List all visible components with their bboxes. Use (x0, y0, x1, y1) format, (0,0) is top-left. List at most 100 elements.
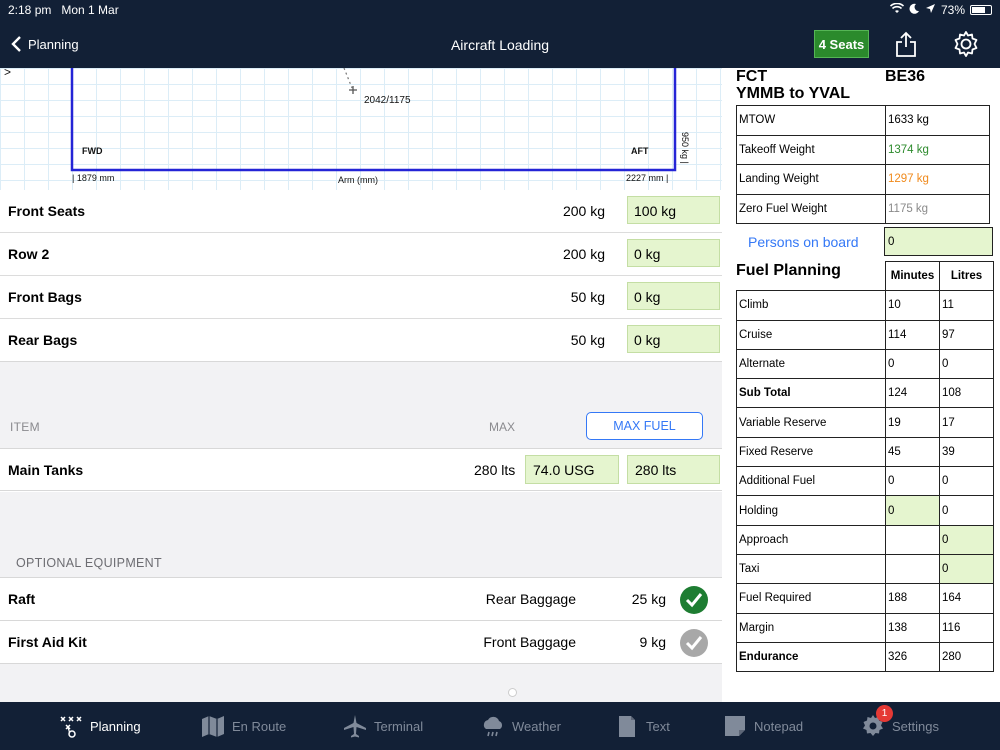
fuel-row-label: Additional Fuel (736, 466, 886, 497)
tab-label: En Route (232, 718, 287, 734)
fuel-planning-row: Fixed Reserve 45 39 (736, 436, 994, 468)
max-fuel-button[interactable]: MAX FUEL (586, 412, 703, 440)
envelope-graphic (70, 68, 677, 172)
weight-limit-label: 950 kg | (680, 132, 690, 164)
fuel-usg-input[interactable]: 74.0 USG (525, 455, 619, 484)
weight-label: Landing Weight (736, 164, 886, 195)
tab-weather[interactable]: Weather (480, 702, 561, 750)
fuel-planning-row: Holding 0 0 (736, 495, 994, 526)
fuel-planning-row: Margin 138 116 (736, 612, 994, 643)
load-row: Front Bags 50 kg 0 kg (0, 276, 722, 319)
plane-icon (344, 715, 366, 738)
bottom-tab-bar: Planning En Route Terminal Weather Text … (0, 702, 1000, 750)
page-indicator-dot (509, 689, 516, 696)
fuel-minutes-value: 188 (885, 583, 940, 614)
fuel-planning-row: Taxi 0 (736, 553, 994, 585)
tank-label: Main Tanks (8, 462, 84, 478)
seats-button[interactable]: 4 Seats (814, 30, 869, 58)
equipment-checkbox-checked[interactable] (680, 586, 708, 614)
tab-settings[interactable]: 1 Settings (860, 702, 939, 750)
persons-on-board-input[interactable]: 0 (884, 227, 993, 256)
load-label: Front Bags (8, 289, 82, 305)
settings-button[interactable] (951, 29, 981, 59)
wifi-icon (889, 2, 905, 17)
checkmark-icon (685, 636, 703, 651)
fuel-litres-value: 280 (939, 641, 994, 673)
flight-header: FCT YMMB to YVAL (736, 68, 850, 102)
fuel-minutes-value: 10 (885, 290, 940, 321)
max-column-header: MAX (489, 420, 516, 434)
fuel-litres-value: 0 (939, 466, 994, 497)
fuel-planning-row: Alternate 0 0 (736, 348, 994, 380)
fuel-litres-value: 0 (939, 348, 994, 380)
checkmark-icon (685, 593, 703, 608)
equipment-weight: 9 kg (639, 634, 666, 650)
notepad-icon (725, 716, 745, 736)
fct-label: FCT (736, 68, 768, 85)
tab-label: Terminal (374, 718, 424, 734)
fuel-row-label: Fixed Reserve (736, 436, 886, 468)
load-max: 50 kg (570, 332, 605, 348)
equipment-weight: 25 kg (631, 591, 666, 607)
cg-envelope-outline (70, 68, 677, 172)
fuel-litres-value: 11 (939, 290, 994, 321)
fuel-minutes-value: 19 (885, 407, 940, 438)
cg-envelope-chart: > 2042/1175 FWD AFT | 1879 mm 2227 mm | … (0, 68, 722, 190)
cg-point-label: 2042/1175 (364, 95, 411, 106)
load-row: Rear Bags 50 kg 0 kg (0, 319, 722, 362)
weights-table: MTOW 1633 kg Takeoff Weight 1374 kg Landin… (736, 105, 990, 224)
tab-terminal[interactable]: Terminal (342, 702, 423, 750)
back-button[interactable]: Planning (10, 35, 79, 53)
tab-notepad[interactable]: Notepad (722, 702, 803, 750)
aircraft-type: BE36 (885, 68, 926, 85)
top-bar: 2:18 pm Mon 1 Mar 73% Planning Aircraft … (0, 0, 1000, 68)
equipment-checkbox-unchecked[interactable] (680, 629, 708, 657)
status-date: Mon 1 Mar (61, 3, 119, 17)
fuel-litres-input[interactable]: 0 (939, 553, 994, 585)
load-max: 200 kg (562, 203, 605, 219)
fuel-minutes-input[interactable]: 0 (885, 495, 940, 526)
fuel-minutes-value (885, 553, 940, 585)
fuel-litres-input[interactable]: 0 (939, 524, 994, 555)
cg-trend-line (343, 68, 353, 89)
fuel-minutes-value: 0 (885, 466, 940, 497)
tab-en-route[interactable]: En Route (200, 702, 286, 750)
weights-row: MTOW 1633 kg (736, 105, 990, 136)
fuel-litres-value: 97 (939, 319, 994, 350)
status-time-date: 2:18 pm Mon 1 Mar (8, 3, 119, 17)
status-time: 2:18 pm (8, 3, 52, 17)
tab-label: Planning (90, 718, 141, 734)
fuel-row-label: Fuel Required (736, 583, 886, 614)
notification-badge: 1 (876, 705, 893, 722)
battery-percent: 73% (940, 3, 965, 17)
optional-equipment-list: Raft Rear Baggage 25 kg First Aid Kit Fr… (0, 577, 722, 664)
share-button[interactable] (893, 30, 919, 58)
load-input[interactable]: 100 kg (627, 196, 720, 224)
load-input[interactable]: 0 kg (627, 239, 720, 267)
fuel-row-label: Holding (736, 495, 886, 526)
tab-planning[interactable]: Planning (58, 702, 141, 750)
fuel-planning-row: Approach 0 (736, 524, 994, 555)
weight-value: 1297 kg (885, 164, 990, 195)
weight-value: 1175 kg (885, 193, 990, 224)
fuel-litres-input[interactable]: 280 lts (627, 455, 720, 484)
fuel-litres-value: 108 (939, 378, 994, 409)
load-input[interactable]: 0 kg (627, 325, 720, 353)
fuel-planning-row: Variable Reserve 19 17 (736, 407, 994, 438)
fuel-planning-row: Cruise 114 97 (736, 319, 994, 350)
weight-value: 1633 kg (885, 105, 990, 136)
weights-row: Landing Weight 1297 kg (736, 164, 990, 195)
tab-text[interactable]: Text (614, 702, 670, 750)
load-input[interactable]: 0 kg (627, 282, 720, 310)
persons-on-board-label: Persons on board (748, 234, 859, 250)
tab-label: Notepad (754, 718, 804, 734)
chart-arrow: > (4, 68, 12, 79)
fuel-litres-value: 0 (939, 495, 994, 526)
fuel-litres-value: 164 (939, 583, 994, 614)
fuel-row-label: Cruise (736, 319, 886, 350)
weight-label: Zero Fuel Weight (736, 193, 886, 224)
optional-equipment-header: OPTIONAL EQUIPMENT (16, 556, 162, 570)
load-row: Row 2 200 kg 0 kg (0, 233, 722, 276)
arm-max-label: 2227 mm | (626, 173, 669, 183)
tank-max: 280 lts (474, 462, 516, 478)
